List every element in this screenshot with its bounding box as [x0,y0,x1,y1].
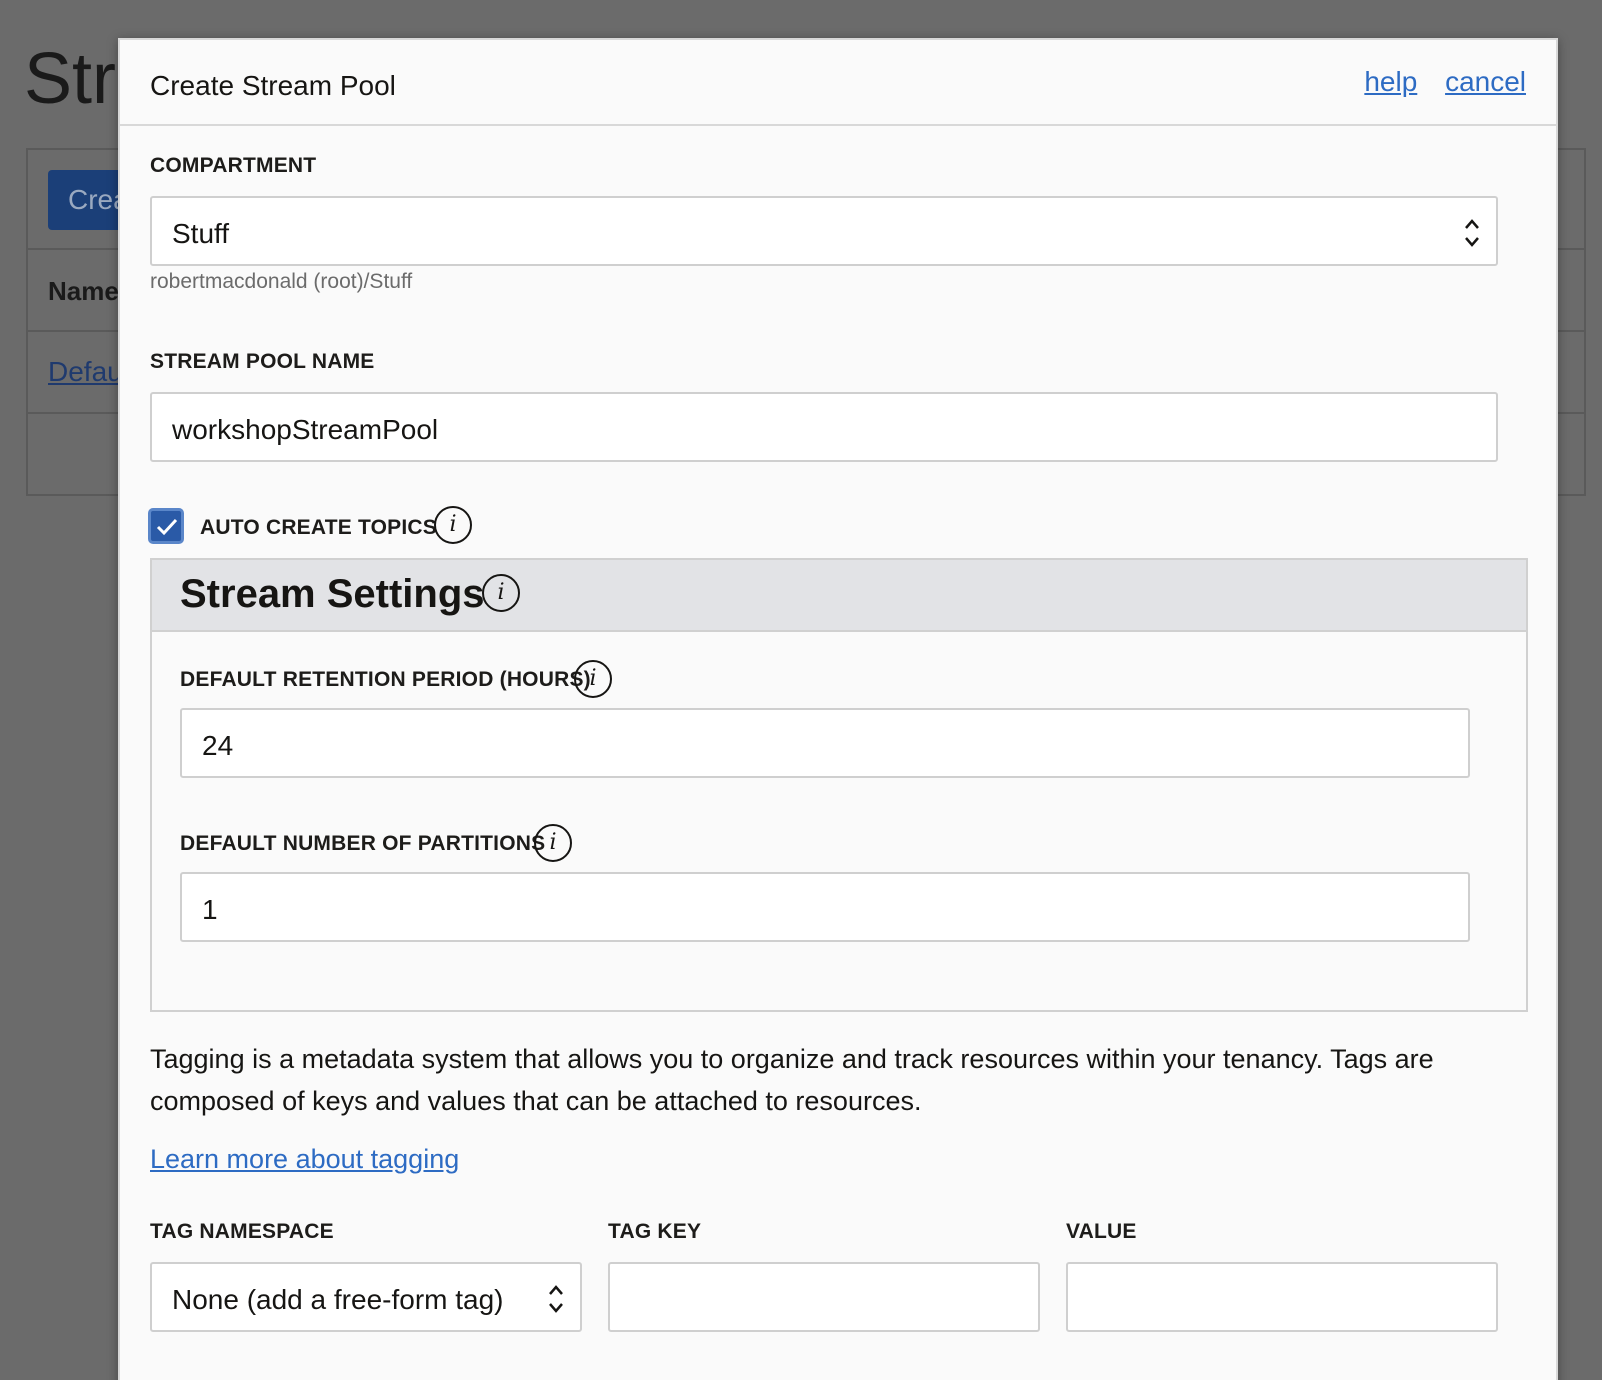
partitions-label: DEFAULT NUMBER OF PARTITIONS [180,832,546,855]
retention-label: DEFAULT RETENTION PERIOD (HOURS) [180,668,591,691]
retention-input[interactable]: 24 [180,708,1470,778]
tagging-description: Tagging is a metadata system that allows… [150,1044,1434,1116]
tag-namespace-select[interactable]: None (add a free-form tag) [150,1262,582,1332]
background-row-link: Defau [48,356,123,387]
retention-value: 24 [202,730,234,761]
info-icon[interactable]: i [574,660,612,698]
dialog-header: Create Stream Pool help cancel [120,40,1556,126]
dialog-title: Create Stream Pool [150,70,396,101]
stream-settings-header: Stream Settings i [152,560,1526,632]
cancel-link[interactable]: cancel [1445,66,1526,97]
compartment-value: Stuff [172,218,230,249]
compartment-label: COMPARTMENT [150,154,317,177]
stream-pool-name-label: STREAM POOL NAME [150,350,375,373]
tag-value-label: VALUE [1066,1220,1137,1243]
learn-more-tagging-link[interactable]: Learn more about tagging [150,1144,459,1175]
background-column-header: Name [48,276,119,306]
tag-key-input[interactable] [608,1262,1040,1332]
stream-pool-name-input[interactable]: workshopStreamPool [150,392,1498,462]
auto-create-topics-checkbox[interactable] [148,508,184,544]
stream-settings-panel: Stream Settings i DEFAULT RETENTION PERI… [150,558,1528,1012]
chevron-updown-icon [549,1285,563,1313]
create-stream-pool-dialog: Create Stream Pool help cancel COMPARTME… [118,38,1558,1380]
stream-pool-name-value: workshopStreamPool [172,414,439,445]
tag-namespace-value: None (add a free-form tag) [172,1284,504,1315]
auto-create-topics-label: AUTO CREATE TOPICS [200,516,437,539]
info-icon[interactable]: i [534,824,572,862]
checkmark-icon [156,518,178,536]
background-page-title: Str [24,39,117,119]
info-icon[interactable]: i [434,506,472,544]
help-link[interactable]: help [1364,66,1417,97]
chevron-updown-icon [1465,219,1479,247]
compartment-path: robertmacdonald (root)/Stuff [150,270,413,293]
tag-namespace-label: TAG NAMESPACE [150,1220,334,1243]
tag-value-input[interactable] [1066,1262,1498,1332]
info-icon[interactable]: i [482,574,520,612]
stream-settings-title: Stream Settings [180,572,485,616]
partitions-value: 1 [202,894,218,925]
partitions-input[interactable]: 1 [180,872,1470,942]
dialog-header-links: help cancel [1344,66,1526,98]
compartment-select[interactable]: Stuff [150,196,1498,266]
tag-key-label: TAG KEY [608,1220,702,1243]
